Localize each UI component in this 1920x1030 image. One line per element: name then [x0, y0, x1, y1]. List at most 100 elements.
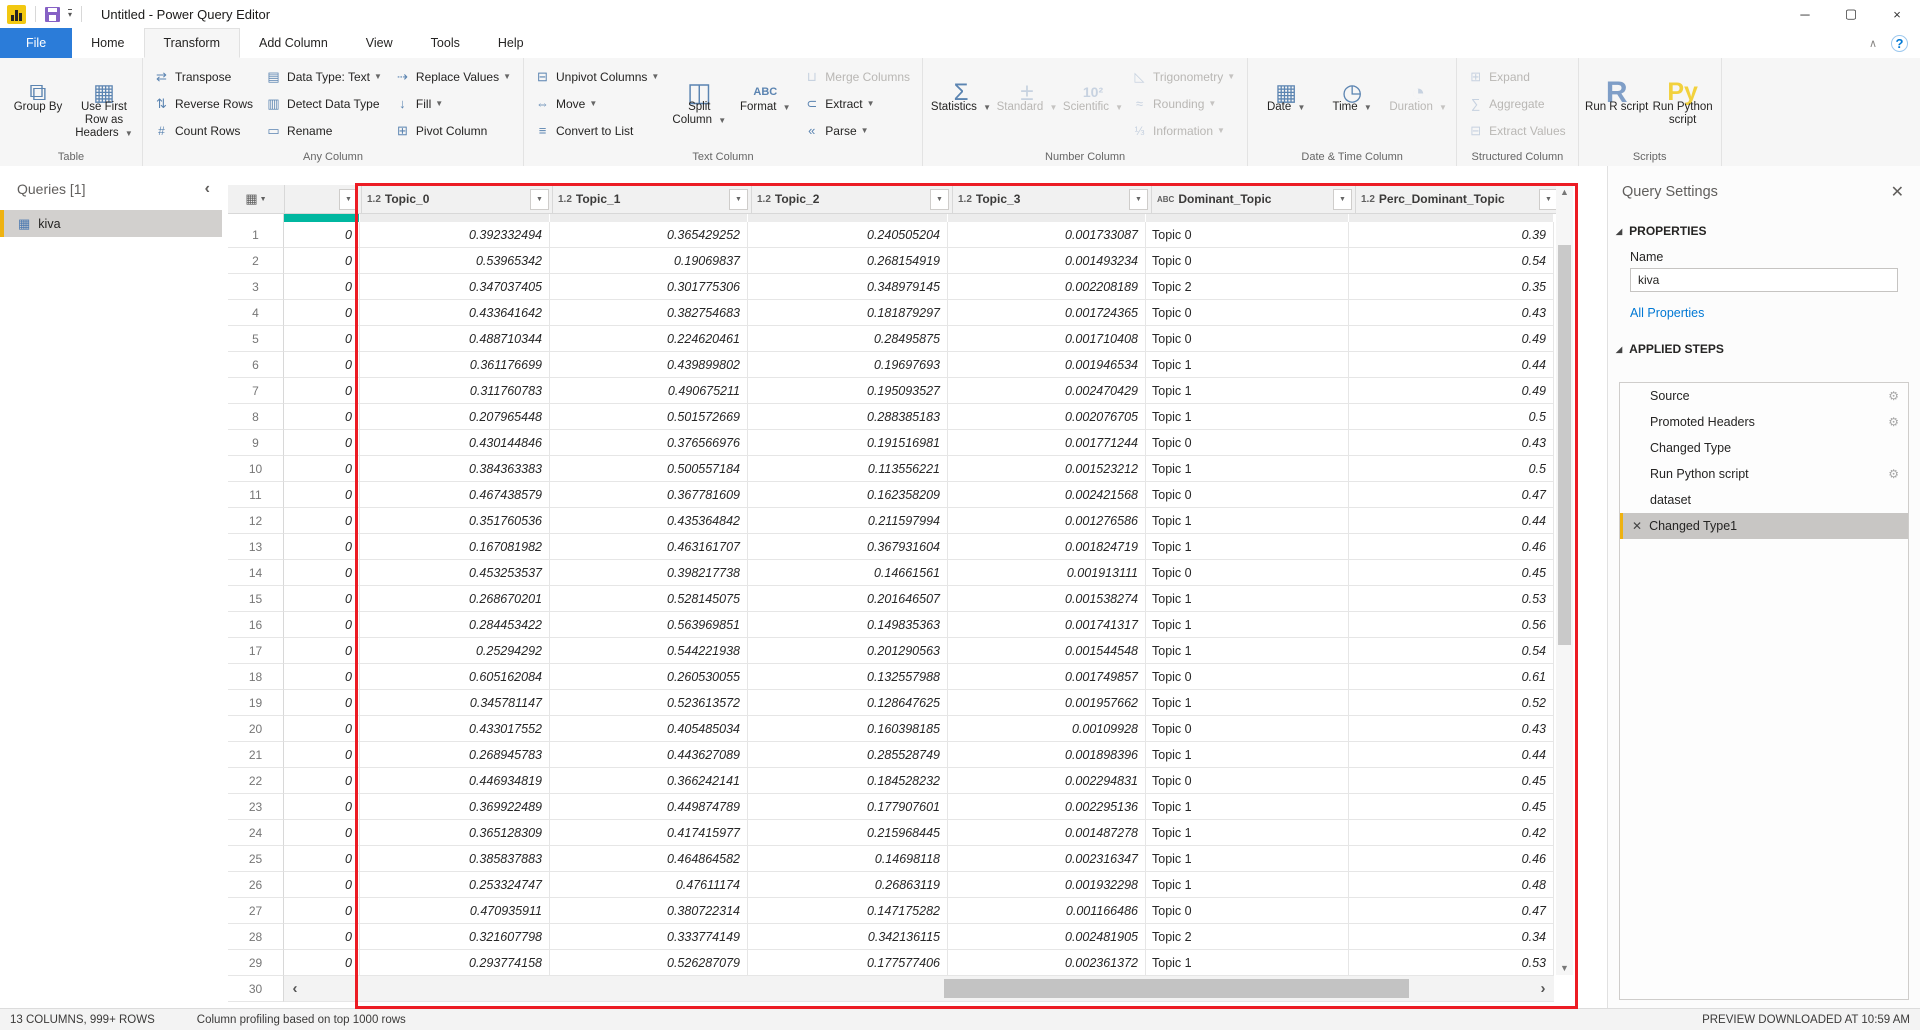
cell[interactable]: 0.201290563	[748, 638, 948, 664]
pivot-column-button[interactable]: ⊞Pivot Column	[389, 117, 518, 144]
cell[interactable]: Topic 0	[1146, 326, 1349, 352]
cell[interactable]: 0.268670201	[360, 586, 550, 612]
cell[interactable]: 0.177577406	[748, 950, 948, 976]
cell[interactable]: 0.333774149	[550, 924, 748, 950]
row-number[interactable]: 28	[228, 924, 284, 950]
count-rows-button[interactable]: #Count Rows	[148, 117, 260, 144]
row-number[interactable]: 18	[228, 664, 284, 690]
cell[interactable]: 0.563969851	[550, 612, 748, 638]
row-number[interactable]: 3	[228, 274, 284, 300]
row-number[interactable]: 17	[228, 638, 284, 664]
row-number[interactable]: 1	[228, 222, 284, 248]
cell[interactable]: Topic 1	[1146, 820, 1349, 846]
cell[interactable]: 0.002208189	[948, 274, 1146, 300]
cell[interactable]: Topic 1	[1146, 456, 1349, 482]
cell[interactable]: 0.347037405	[360, 274, 550, 300]
cell[interactable]: 0.49	[1349, 378, 1554, 404]
cell[interactable]: 0.35	[1349, 274, 1554, 300]
cell[interactable]: 0.001946534	[948, 352, 1146, 378]
cell[interactable]: 0	[284, 664, 360, 690]
cell[interactable]: 0.001749857	[948, 664, 1146, 690]
cell[interactable]: 0.369922489	[360, 794, 550, 820]
cell[interactable]: 0.47	[1349, 482, 1554, 508]
cell[interactable]: 0.002295136	[948, 794, 1146, 820]
column-header-topic-2[interactable]: 1.2Topic_2▼	[752, 185, 953, 214]
row-number[interactable]: 20	[228, 716, 284, 742]
date-button[interactable]: ▦Date ▼	[1253, 61, 1319, 116]
cell[interactable]: Topic 2	[1146, 274, 1349, 300]
cell[interactable]: 0.147175282	[748, 898, 948, 924]
cell[interactable]: 0.5	[1349, 404, 1554, 430]
cell[interactable]: Topic 1	[1146, 612, 1349, 638]
cell[interactable]: 0.365128309	[360, 820, 550, 846]
cell[interactable]: 0.001538274	[948, 586, 1146, 612]
cell[interactable]: 0.44	[1349, 352, 1554, 378]
cell[interactable]: 0.177907601	[748, 794, 948, 820]
row-number[interactable]: 2	[228, 248, 284, 274]
cell[interactable]: 0.26863119	[748, 872, 948, 898]
close-settings-icon[interactable]: ✕	[1891, 182, 1904, 202]
cell[interactable]: 0.224620461	[550, 326, 748, 352]
row-number[interactable]: 29	[228, 950, 284, 976]
row-number[interactable]: 10	[228, 456, 284, 482]
cell[interactable]: 0.002421568	[948, 482, 1146, 508]
tab-home[interactable]: Home	[72, 28, 143, 58]
cell[interactable]: 0.260530055	[550, 664, 748, 690]
cell[interactable]: 0.001824719	[948, 534, 1146, 560]
cell[interactable]: Topic 0	[1146, 300, 1349, 326]
cell[interactable]: 0.240505204	[748, 222, 948, 248]
cell[interactable]: Topic 2	[1146, 924, 1349, 950]
row-number[interactable]: 30	[228, 976, 284, 1002]
cell[interactable]: 0.61	[1349, 664, 1554, 690]
cell[interactable]: 0.365429252	[550, 222, 748, 248]
select-all-header-cell[interactable]: ▦▼	[228, 185, 285, 214]
cell[interactable]: 0.284453422	[360, 612, 550, 638]
move-button[interactable]: ⇔Move▼	[529, 90, 666, 117]
applied-step-promoted-headers[interactable]: Promoted Headers⚙	[1620, 409, 1908, 435]
cell[interactable]: 0.191516981	[748, 430, 948, 456]
cell[interactable]: 0	[284, 820, 360, 846]
cell[interactable]: 0.001957662	[948, 690, 1146, 716]
cell[interactable]: 0.311760783	[360, 378, 550, 404]
cell[interactable]: 0.132557988	[748, 664, 948, 690]
cell[interactable]: 0.162358209	[748, 482, 948, 508]
replace-values-button[interactable]: ⇢Replace Values▼	[389, 63, 518, 90]
scroll-right-icon[interactable]: ›	[1532, 980, 1554, 997]
cell[interactable]: Topic 1	[1146, 508, 1349, 534]
horizontal-scroll-thumb[interactable]	[944, 979, 1410, 998]
cell[interactable]: 0.463161707	[550, 534, 748, 560]
fill-button[interactable]: ↓Fill▼	[389, 90, 518, 117]
use-first-row-as-headers-button[interactable]: ▦Use First Row as Headers ▼	[71, 61, 137, 142]
cell[interactable]: 0	[284, 846, 360, 872]
help-icon[interactable]: ?	[1891, 35, 1908, 52]
row-number[interactable]: 14	[228, 560, 284, 586]
cell[interactable]: 0.113556221	[748, 456, 948, 482]
column-header-topic-0[interactable]: 1.2Topic_0▼	[362, 185, 553, 214]
cell[interactable]: 0.435364842	[550, 508, 748, 534]
data-type-text-button[interactable]: ▤Data Type: Text▼	[260, 63, 389, 90]
cell[interactable]: 0	[284, 274, 360, 300]
cell[interactable]: 0.443627089	[550, 742, 748, 768]
cell[interactable]: 0	[284, 534, 360, 560]
cell[interactable]: 0.56	[1349, 612, 1554, 638]
cell[interactable]: 0	[284, 742, 360, 768]
row-number[interactable]: 25	[228, 846, 284, 872]
extract-button[interactable]: ⊂Extract▼	[798, 90, 917, 117]
cell[interactable]: 0.48	[1349, 872, 1554, 898]
cell[interactable]: 0	[284, 482, 360, 508]
cell[interactable]: 0	[284, 248, 360, 274]
cell[interactable]: 0.367781609	[550, 482, 748, 508]
cell[interactable]: 0.46	[1349, 534, 1554, 560]
cell[interactable]: 0	[284, 716, 360, 742]
filter-dropdown-icon[interactable]: ▼	[729, 189, 748, 210]
cell[interactable]: 0.39	[1349, 222, 1554, 248]
filter-dropdown-icon[interactable]: ▼	[1129, 189, 1148, 210]
cell[interactable]: 0	[284, 326, 360, 352]
cell[interactable]: 0.405485034	[550, 716, 748, 742]
cell[interactable]: 0.449874789	[550, 794, 748, 820]
cell[interactable]: Topic 1	[1146, 950, 1349, 976]
cell[interactable]: 0	[284, 456, 360, 482]
cell[interactable]: 0.376566976	[550, 430, 748, 456]
step-settings-gear-icon[interactable]: ⚙	[1888, 467, 1899, 481]
cell[interactable]: 0.001166486	[948, 898, 1146, 924]
